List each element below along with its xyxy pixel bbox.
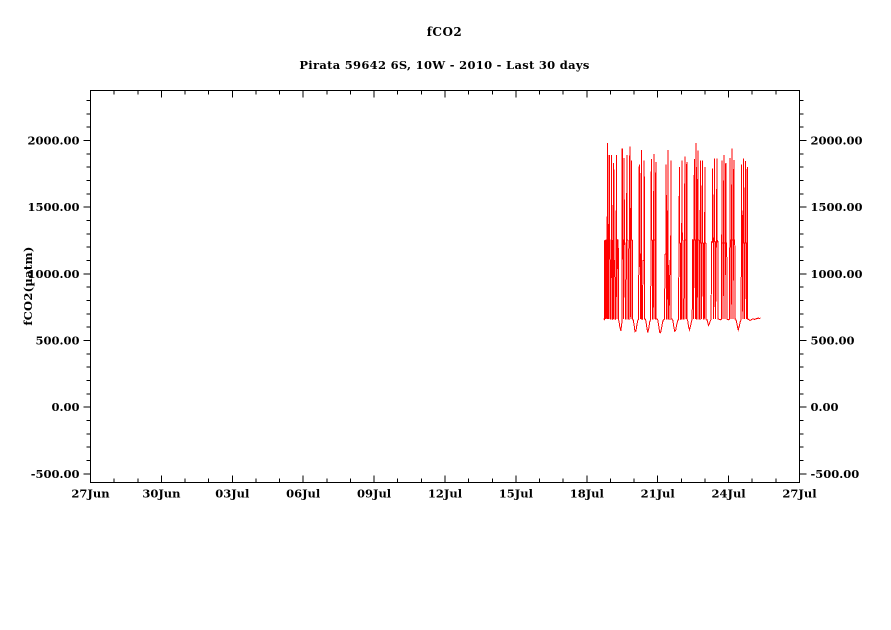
x-tick-label: 27Jul — [782, 487, 817, 501]
x-tick-label: 03Jul — [215, 487, 250, 501]
fco2-data-line — [604, 143, 761, 333]
y-tick-label-left: 1500.00 — [27, 200, 79, 214]
plot-svg: 27Jun 30Jun 03Jul 06Jul 09Jul 12Jul 15Jul 18Jul… — [0, 0, 891, 630]
x-tick-label: 15Jul — [499, 487, 534, 501]
y-tick-label-left: 500.00 — [35, 334, 79, 348]
y-tick-label-right: 2000.00 — [811, 134, 863, 148]
x-tick-label: 09Jul — [357, 487, 392, 501]
x-tick-label: 06Jul — [286, 487, 321, 501]
y-tick-label-right: 1000.00 — [811, 267, 863, 281]
y-tick-label-right: 500.00 — [811, 334, 855, 348]
y-tick-label-right: 0.00 — [811, 400, 839, 414]
x-tick-label: 21Jul — [641, 487, 676, 501]
x-tick-label: 12Jul — [428, 487, 463, 501]
x-tick-label: 27Jun — [71, 487, 110, 501]
y-tick-label-right: -500.00 — [811, 467, 860, 481]
x-tick-label: 30Jun — [142, 487, 181, 501]
y-tick-label-right: 1500.00 — [811, 200, 863, 214]
y-tick-label-left: 1000.00 — [27, 267, 79, 281]
fco2-chart: fCO2 Pirata 59642 6S, 10W - 2010 - Last … — [0, 0, 891, 630]
y-tick-label-left: 0.00 — [51, 400, 79, 414]
x-tick-label: 24Jul — [712, 487, 747, 501]
y-tick-label-left: -500.00 — [31, 467, 80, 481]
y-tick-label-left: 2000.00 — [27, 134, 79, 148]
x-tick-label: 18Jul — [570, 487, 605, 501]
